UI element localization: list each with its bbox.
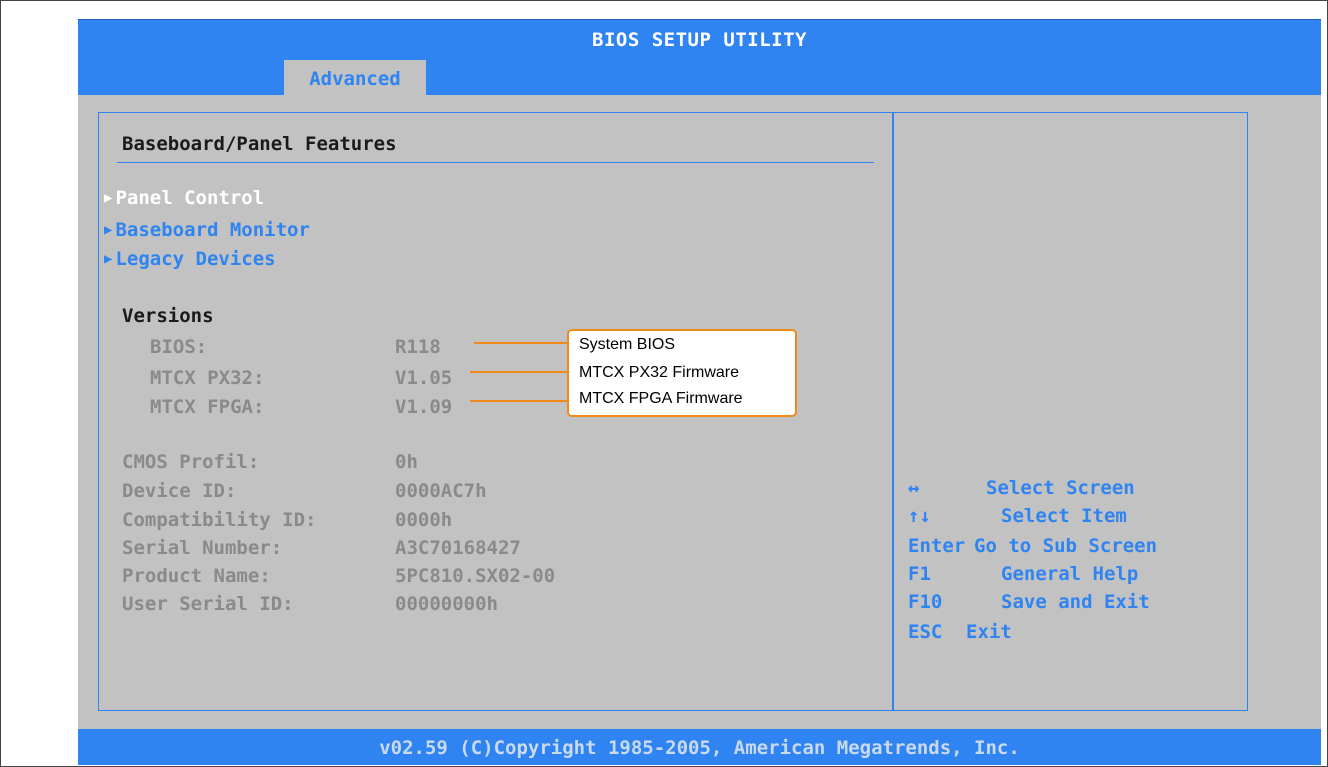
help-desc-go-to-sub-screen: Go to Sub Screen bbox=[974, 535, 1158, 557]
title-bar: BIOS SETUP UTILITY bbox=[78, 19, 1321, 59]
section-divider bbox=[117, 162, 874, 163]
info-value-cmos-profil: 0h bbox=[395, 451, 418, 473]
help-key-esc: ESC bbox=[908, 621, 943, 643]
callout-connector bbox=[470, 400, 568, 402]
info-label-device-id: Device ID: bbox=[122, 480, 237, 502]
info-value-product-name: 5PC810.SX02-00 bbox=[395, 565, 556, 587]
info-value-user-serial-id: 00000000h bbox=[395, 593, 498, 615]
version-value-bios: R118 bbox=[395, 336, 441, 358]
help-desc-select-screen: Select Screen bbox=[986, 477, 1135, 499]
help-key-enter: Enter bbox=[908, 535, 966, 557]
info-value-device-id: 0000AC7h bbox=[395, 480, 487, 502]
section-title: Baseboard/Panel Features bbox=[122, 133, 397, 155]
submenu-arrow-icon: ▶ bbox=[104, 190, 113, 206]
info-value-compatibility-id: 0000h bbox=[395, 509, 453, 531]
info-label-user-serial-id: User Serial ID: bbox=[122, 593, 294, 615]
help-desc-save-and-exit: Save and Exit bbox=[1001, 591, 1150, 613]
copyright-text: v02.59 (C)Copyright 1985-2005, American … bbox=[379, 737, 1020, 759]
help-desc-general-help: General Help bbox=[1001, 563, 1139, 585]
tab-advanced[interactable]: Advanced bbox=[284, 60, 426, 95]
help-key-arrows-lr-icon: ↔ bbox=[908, 477, 920, 499]
menu-item-label: Baseboard Monitor bbox=[115, 219, 310, 241]
version-value-mtcx-px32: V1.05 bbox=[395, 367, 453, 389]
firmware-callout: System BIOS MTCX PX32 Firmware MTCX FPGA… bbox=[567, 329, 797, 417]
callout-label-system-bios: System BIOS bbox=[579, 336, 676, 353]
help-desc-select-item: Select Item bbox=[1001, 505, 1127, 527]
footer-bar: v02.59 (C)Copyright 1985-2005, American … bbox=[78, 729, 1321, 765]
menu-item-legacy-devices[interactable]: ▶ Legacy Devices bbox=[104, 248, 276, 270]
menu-item-label: Panel Control bbox=[115, 187, 265, 209]
info-value-serial-number: A3C70168427 bbox=[395, 537, 521, 559]
info-label-cmos-profil: CMOS Profil: bbox=[122, 451, 260, 473]
info-label-serial-number: Serial Number: bbox=[122, 537, 283, 559]
help-key-arrows-ud-icon: ↑↓ bbox=[908, 505, 931, 527]
info-label-product-name: Product Name: bbox=[122, 565, 271, 587]
version-label-mtcx-fpga: MTCX FPGA: bbox=[150, 396, 265, 418]
version-label-bios: BIOS: bbox=[150, 336, 208, 358]
version-label-mtcx-px32: MTCX PX32: bbox=[150, 367, 265, 389]
callout-label-px32-firmware: MTCX PX32 Firmware bbox=[579, 364, 740, 381]
submenu-arrow-icon: ▶ bbox=[104, 251, 113, 267]
tab-strip: Advanced bbox=[78, 58, 1321, 96]
help-panel bbox=[893, 112, 1248, 711]
callout-connector bbox=[474, 342, 568, 344]
callout-connector bbox=[470, 371, 568, 373]
submenu-arrow-icon: ▶ bbox=[104, 222, 113, 238]
menu-item-panel-control[interactable]: ▶ Panel Control bbox=[104, 187, 264, 209]
info-label-compatibility-id: Compatibility ID: bbox=[122, 509, 317, 531]
callout-label-fpga-firmware: MTCX FPGA Firmware bbox=[579, 390, 743, 407]
help-desc-exit: Exit bbox=[966, 621, 1012, 643]
menu-item-label: Legacy Devices bbox=[115, 248, 276, 270]
help-key-f1: F1 bbox=[908, 563, 931, 585]
versions-heading: Versions bbox=[122, 305, 214, 327]
app-title: BIOS SETUP UTILITY bbox=[592, 29, 807, 51]
help-key-f10: F10 bbox=[908, 591, 943, 613]
menu-item-baseboard-monitor[interactable]: ▶ Baseboard Monitor bbox=[104, 219, 310, 241]
version-value-mtcx-fpga: V1.09 bbox=[395, 396, 453, 418]
